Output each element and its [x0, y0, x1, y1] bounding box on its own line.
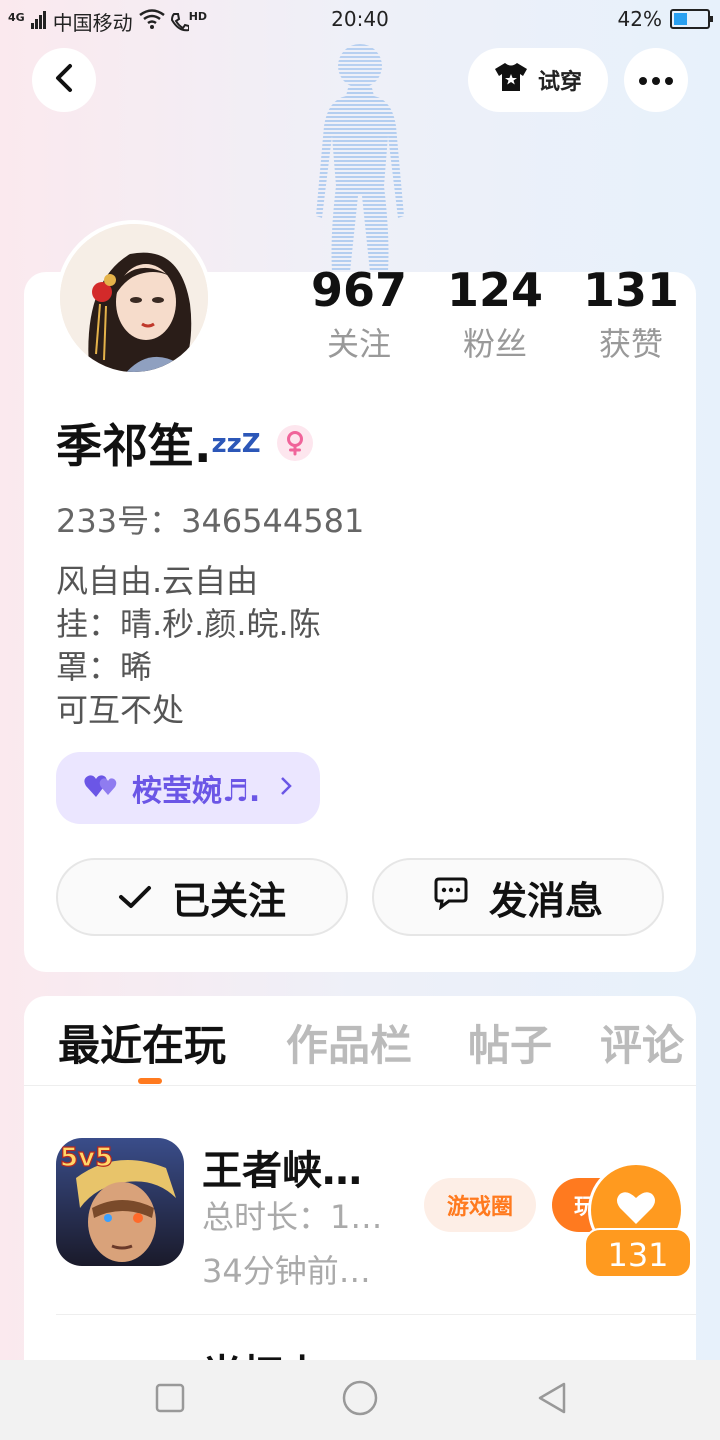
username: 季祁笙.zzZ: [56, 410, 261, 476]
send-message-label: 发消息: [488, 878, 603, 923]
recent-apps-button[interactable]: [150, 1380, 190, 1420]
following-button[interactable]: 已关注: [56, 858, 348, 936]
chevron-right-icon: [280, 773, 293, 803]
back-button[interactable]: [32, 48, 96, 112]
like-count: 131: [584, 1228, 692, 1278]
tab-indicator: [138, 1078, 162, 1084]
stat-label: 获赞: [598, 325, 663, 363]
back-arrow-icon: [53, 63, 75, 97]
status-bar: 4G 中国移动 HD 20:40 42%: [0, 0, 720, 38]
tryon-button[interactable]: 试穿: [468, 48, 608, 112]
username-suffix: zzZ: [211, 429, 261, 459]
avatar-figure-placeholder: [300, 36, 420, 272]
stat-value: 967: [310, 263, 408, 317]
bio-line: 可互不处: [56, 691, 185, 729]
stat-label: 粉丝: [462, 325, 527, 363]
bio-line: 挂：晴.秒.颜.皖.陈: [56, 605, 321, 643]
stat-following[interactable]: 967 关注: [304, 262, 414, 364]
game-name: 王者峡…: [202, 1148, 362, 1194]
battery-icon: [670, 9, 713, 29]
tab-recently-played[interactable]: 最近在玩: [58, 1012, 226, 1073]
profile-card: 967 关注 124 粉丝 131 获赞 季祁笙.zzZ 233号：346544…: [24, 263, 696, 972]
relationship-tag[interactable]: 桉莹婉♬.: [56, 752, 320, 824]
game-duration: 总时长：1…: [202, 1198, 383, 1236]
battery-level: [674, 13, 687, 25]
bio: 风自由.云自由 挂：晴.秒.颜.皖.陈 罩：晞 可互不处: [56, 560, 321, 732]
stat-value: 124: [446, 263, 544, 317]
tshirt-icon: [494, 62, 528, 98]
more-dots-icon: [638, 71, 674, 90]
tab-works[interactable]: 作品栏: [286, 1012, 412, 1073]
game-last-played: 34分钟前…: [202, 1252, 371, 1290]
stat-label: 关注: [326, 325, 391, 363]
stat-likes[interactable]: 131 获赞: [576, 262, 686, 364]
status-time: 20:40: [331, 7, 389, 31]
game-icon[interactable]: 5v5: [56, 1138, 184, 1266]
stat-value: 131: [582, 263, 680, 317]
triangle-back-icon: [536, 1381, 568, 1419]
circle-icon: [342, 1380, 378, 1420]
more-button[interactable]: [624, 48, 688, 112]
chat-bubble-icon: [433, 875, 469, 919]
back-nav-button[interactable]: [532, 1380, 572, 1420]
user-id: 233号：346544581: [56, 502, 365, 540]
following-label: 已关注: [171, 878, 286, 923]
username-text: 季祁笙.: [56, 419, 212, 473]
game-badge: 5v5: [60, 1143, 113, 1173]
avatar[interactable]: [56, 220, 212, 376]
female-icon: [276, 425, 313, 461]
relationship-name: 桉莹婉♬.: [132, 774, 261, 809]
heart-icon: [616, 1190, 656, 1230]
tab-bar: 最近在玩 作品栏 帖子 评论: [24, 996, 696, 1086]
battery-percent: 42%: [617, 7, 662, 31]
stats-row: 967 关注 124 粉丝 131 获赞: [304, 263, 679, 382]
username-row: 季祁笙.zzZ: [56, 410, 313, 476]
system-nav-bar: [0, 1360, 720, 1440]
stat-followers[interactable]: 124 粉丝: [440, 262, 550, 364]
tab-posts[interactable]: 帖子: [468, 1012, 552, 1073]
like-button[interactable]: 131: [584, 1162, 692, 1280]
home-button[interactable]: [340, 1380, 380, 1420]
divider: [56, 1314, 696, 1315]
send-message-button[interactable]: 发消息: [372, 858, 664, 936]
tab-comments[interactable]: 评论: [600, 1012, 684, 1073]
tryon-label: 试穿: [537, 70, 582, 95]
bio-line: 风自由.云自由: [56, 562, 259, 600]
square-icon: [155, 1383, 185, 1417]
checkmark-icon: [118, 875, 152, 919]
game-circle-button[interactable]: 游戏圈: [424, 1178, 536, 1232]
heart-duo-icon: [84, 773, 118, 803]
bio-line: 罩：晞: [56, 648, 153, 686]
